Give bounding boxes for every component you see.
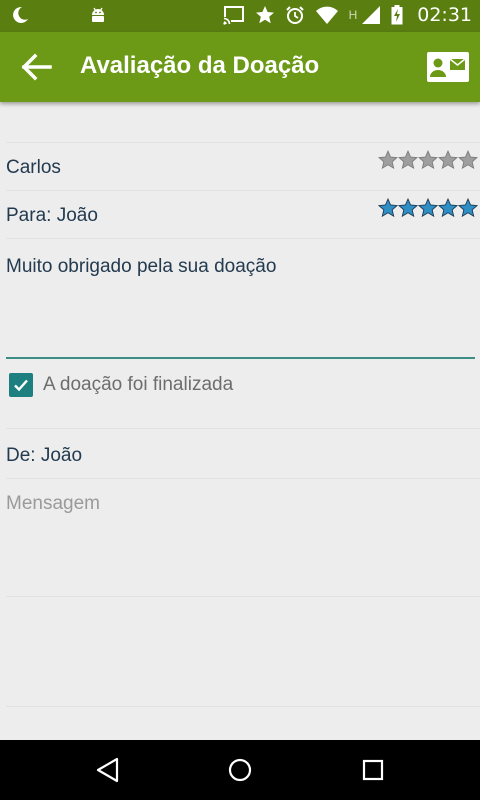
contact-card-icon <box>427 52 469 82</box>
divider <box>6 190 480 191</box>
status-clock: 02:31 <box>417 4 472 26</box>
nav-back-button[interactable] <box>93 756 123 784</box>
reply-message-placeholder: Mensagem <box>6 493 100 514</box>
star-empty-icon[interactable] <box>378 150 398 170</box>
star-filled-icon[interactable] <box>418 198 438 218</box>
reply-from-label: De: João <box>6 445 83 466</box>
donation-finalized-checkbox[interactable] <box>9 373 33 397</box>
cast-icon <box>222 6 244 25</box>
divider <box>6 596 480 597</box>
status-left <box>10 5 108 25</box>
divider <box>6 428 480 429</box>
arrow-left-icon <box>21 53 52 81</box>
donor-name: Carlos <box>6 157 61 178</box>
star-empty-icon[interactable] <box>438 150 458 170</box>
network-type-label: H <box>348 8 358 22</box>
divider <box>6 238 480 239</box>
star-empty-icon[interactable] <box>458 150 478 170</box>
reply-from-row: De: João <box>6 445 480 467</box>
page-title: Avaliação da Doação <box>80 52 320 79</box>
donation-finalized-label: A doação foi finalizada <box>43 374 234 395</box>
battery-charging-icon <box>391 5 403 25</box>
recipient-label: Para: João <box>6 205 98 226</box>
message-field[interactable]: Muito obrigado pela sua doação <box>6 256 476 278</box>
alarm-icon <box>285 6 304 24</box>
star-filled-icon[interactable] <box>378 198 398 218</box>
recipient-star-rating[interactable] <box>378 198 478 218</box>
divider <box>6 142 480 143</box>
back-triangle-icon <box>96 757 119 783</box>
back-button[interactable] <box>20 52 54 82</box>
star-empty-icon[interactable] <box>398 150 418 170</box>
reply-message-input[interactable]: Mensagem <box>6 493 480 593</box>
donation-finalized-checkbox-row[interactable]: A doação foi finalizada <box>9 373 233 397</box>
system-nav-bar <box>0 740 480 800</box>
app-toolbar: Avaliação da Doação <box>0 32 480 102</box>
nav-home-button[interactable] <box>225 756 255 784</box>
star-empty-icon[interactable] <box>418 150 438 170</box>
star-filled-icon[interactable] <box>458 198 478 218</box>
message-field-underline <box>6 357 475 359</box>
status-bar: H 02:31 <box>0 0 480 32</box>
divider <box>6 478 480 479</box>
recents-square-icon <box>362 759 384 781</box>
status-right: H 02:31 <box>222 4 472 26</box>
home-circle-icon <box>228 758 252 782</box>
checkmark-icon <box>14 379 28 392</box>
star-filled-icon[interactable] <box>438 198 458 218</box>
star-icon <box>255 6 274 24</box>
moon-icon <box>13 6 28 23</box>
divider <box>6 706 480 707</box>
star-filled-icon[interactable] <box>398 198 418 218</box>
message-text: Muito obrigado pela sua doação <box>6 256 277 277</box>
nav-recents-button[interactable] <box>358 756 388 784</box>
contact-button[interactable] <box>426 50 470 84</box>
donor-star-rating[interactable] <box>378 150 478 170</box>
android-icon <box>92 7 104 22</box>
wifi-icon <box>315 6 338 24</box>
signal-icon <box>362 6 381 24</box>
